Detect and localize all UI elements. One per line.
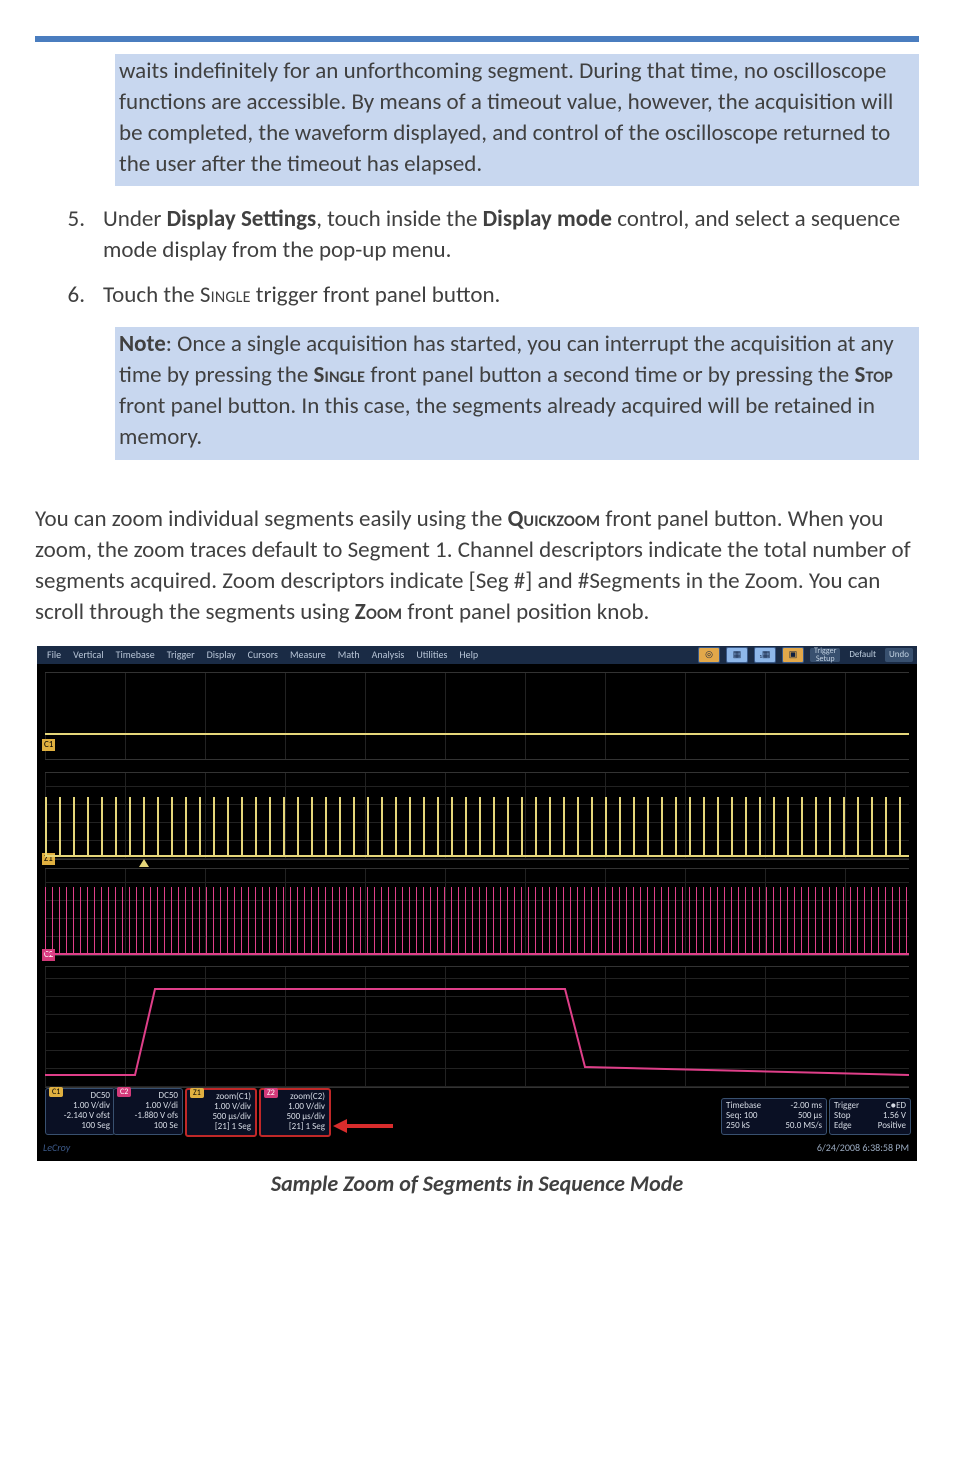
trace-z2	[45, 966, 909, 1088]
v: 50.0 MS/s	[785, 1121, 822, 1131]
brand-label: LeCroy	[43, 1141, 70, 1155]
document-page: waits indefinitely for an unforthcoming …	[0, 0, 954, 1244]
menu-timebase[interactable]: Timebase	[116, 648, 155, 662]
tool-icon[interactable]: ▦	[726, 647, 748, 663]
v: 100 Seg	[50, 1121, 110, 1131]
descriptor-z2[interactable]: Z2 zoom(C2) 1.00 V/div 500 µs/div [21] 1…	[259, 1088, 331, 1137]
note-box-2: Note: Once a single acquisition has star…	[115, 327, 919, 459]
tool-icon[interactable]: ▣	[782, 647, 804, 663]
timestamp-label: 6/24/2008 6:38:58 PM	[817, 1141, 909, 1155]
z1-marker-icon	[139, 859, 149, 867]
menu-math[interactable]: Math	[338, 648, 360, 662]
menu-analysis[interactable]: Analysis	[372, 648, 405, 662]
t: Under	[103, 205, 167, 233]
menu-measure[interactable]: Measure	[290, 648, 326, 662]
z2-waveform	[45, 967, 909, 1087]
v: [21] 1 Seg	[265, 1122, 325, 1132]
tool-icon[interactable]: ₁▦	[754, 647, 776, 663]
step-6-number: 6.	[35, 280, 103, 311]
v: Edge	[834, 1121, 852, 1131]
stop-ref: Stop	[854, 361, 893, 389]
v: Positive	[878, 1121, 906, 1131]
step-5-body: Under Display Settings, touch inside the…	[103, 204, 919, 266]
step-list: 5. Under Display Settings, touch inside …	[35, 204, 919, 311]
step-6: 6. Touch the Single trigger front panel …	[35, 280, 919, 311]
t: Setup	[816, 655, 835, 663]
v: 250 kS	[726, 1121, 750, 1131]
undo-button[interactable]: Undo	[885, 648, 913, 662]
menu-display[interactable]: Display	[207, 648, 236, 662]
c2-waveform	[45, 887, 909, 955]
trace-c1: C1	[45, 672, 909, 760]
display-settings-label: Display Settings	[167, 205, 317, 233]
t: front panel button. In this case, the se…	[119, 392, 875, 451]
t: , touch inside the	[316, 205, 482, 233]
oscilloscope-screenshot: File Vertical Timebase Trigger Display C…	[37, 646, 917, 1161]
c1-label: C1	[42, 739, 55, 751]
top-rule	[35, 36, 919, 42]
trace-z1: Z1	[45, 772, 909, 860]
scope-menu-bar: File Vertical Timebase Trigger Display C…	[37, 646, 917, 664]
t: front panel button a second time or by p…	[365, 361, 854, 389]
menu-help[interactable]: Help	[459, 648, 478, 662]
t: front panel position knob.	[402, 598, 649, 626]
zoom-paragraph: You can zoom individual segments easily …	[35, 504, 919, 628]
tool-icon[interactable]: ◎	[698, 647, 720, 663]
quickzoom-ref: Quickzoom	[508, 505, 601, 533]
trace-c2: C2	[45, 868, 909, 956]
step-5-number: 5.	[35, 204, 103, 266]
t: You can zoom individual segments easily …	[35, 505, 508, 533]
figure-sequence-zoom: File Vertical Timebase Trigger Display C…	[35, 646, 919, 1199]
note-box-continuation: waits indefinitely for an unforthcoming …	[115, 54, 919, 186]
hdr: Z1	[190, 1088, 204, 1098]
single-button-ref: Single	[200, 281, 251, 309]
descriptor-timebase[interactable]: Timebase-2.00 ms Seq: 100500 µs 250 kS50…	[721, 1098, 827, 1135]
t: Touch the	[103, 281, 200, 309]
step-5: 5. Under Display Settings, touch inside …	[35, 204, 919, 266]
zoom-ref: Zoom	[355, 598, 402, 626]
figure-caption: Sample Zoom of Segments in Sequence Mode	[35, 1169, 919, 1199]
menu-utilities[interactable]: Utilities	[416, 648, 447, 662]
scope-footer: C1 DC50 1.00 V/div -2.140 V ofst 100 Seg…	[37, 1103, 917, 1161]
menu-file[interactable]: File	[47, 648, 61, 662]
hdr: C1	[49, 1087, 63, 1097]
menu-vertical[interactable]: Vertical	[73, 648, 103, 662]
default-button[interactable]: Default	[846, 649, 879, 661]
menu-right-tools: ◎ ▦ ₁▦ ▣ Trigger Setup Default Undo	[698, 646, 913, 664]
note-lead: Note	[119, 330, 166, 358]
descriptor-c1[interactable]: C1 DC50 1.00 V/div -2.140 V ofst 100 Seg	[45, 1088, 115, 1135]
hdr: Z2	[264, 1088, 278, 1098]
callout-arrow-icon	[333, 1121, 393, 1131]
menu-trigger[interactable]: Trigger	[167, 648, 195, 662]
t: trigger front panel button.	[251, 281, 501, 309]
trigger-setup-button[interactable]: Trigger Setup	[810, 648, 840, 662]
v: [21] 1 Seg	[191, 1122, 251, 1132]
grid	[45, 673, 909, 759]
descriptor-c2[interactable]: C2 DC50 1.00 V/di -1.880 V ofs 100 Se	[113, 1088, 183, 1135]
hdr: C2	[117, 1087, 131, 1097]
descriptor-z1[interactable]: Z1 zoom(C1) 1.00 V/div 500 µs/div [21] 1…	[185, 1088, 257, 1137]
step-6-body: Touch the Single trigger front panel but…	[103, 280, 919, 311]
note1-text: waits indefinitely for an unforthcoming …	[119, 57, 893, 178]
z1-waveform	[45, 797, 909, 857]
menu-cursors[interactable]: Cursors	[248, 648, 278, 662]
v: 100 Se	[118, 1121, 178, 1131]
descriptor-trigger[interactable]: TriggerC●ED Stop1.56 V EdgePositive	[829, 1098, 911, 1135]
c1-waveform	[45, 733, 909, 735]
single-ref: Single	[313, 361, 365, 389]
display-mode-label: Display mode	[483, 205, 612, 233]
